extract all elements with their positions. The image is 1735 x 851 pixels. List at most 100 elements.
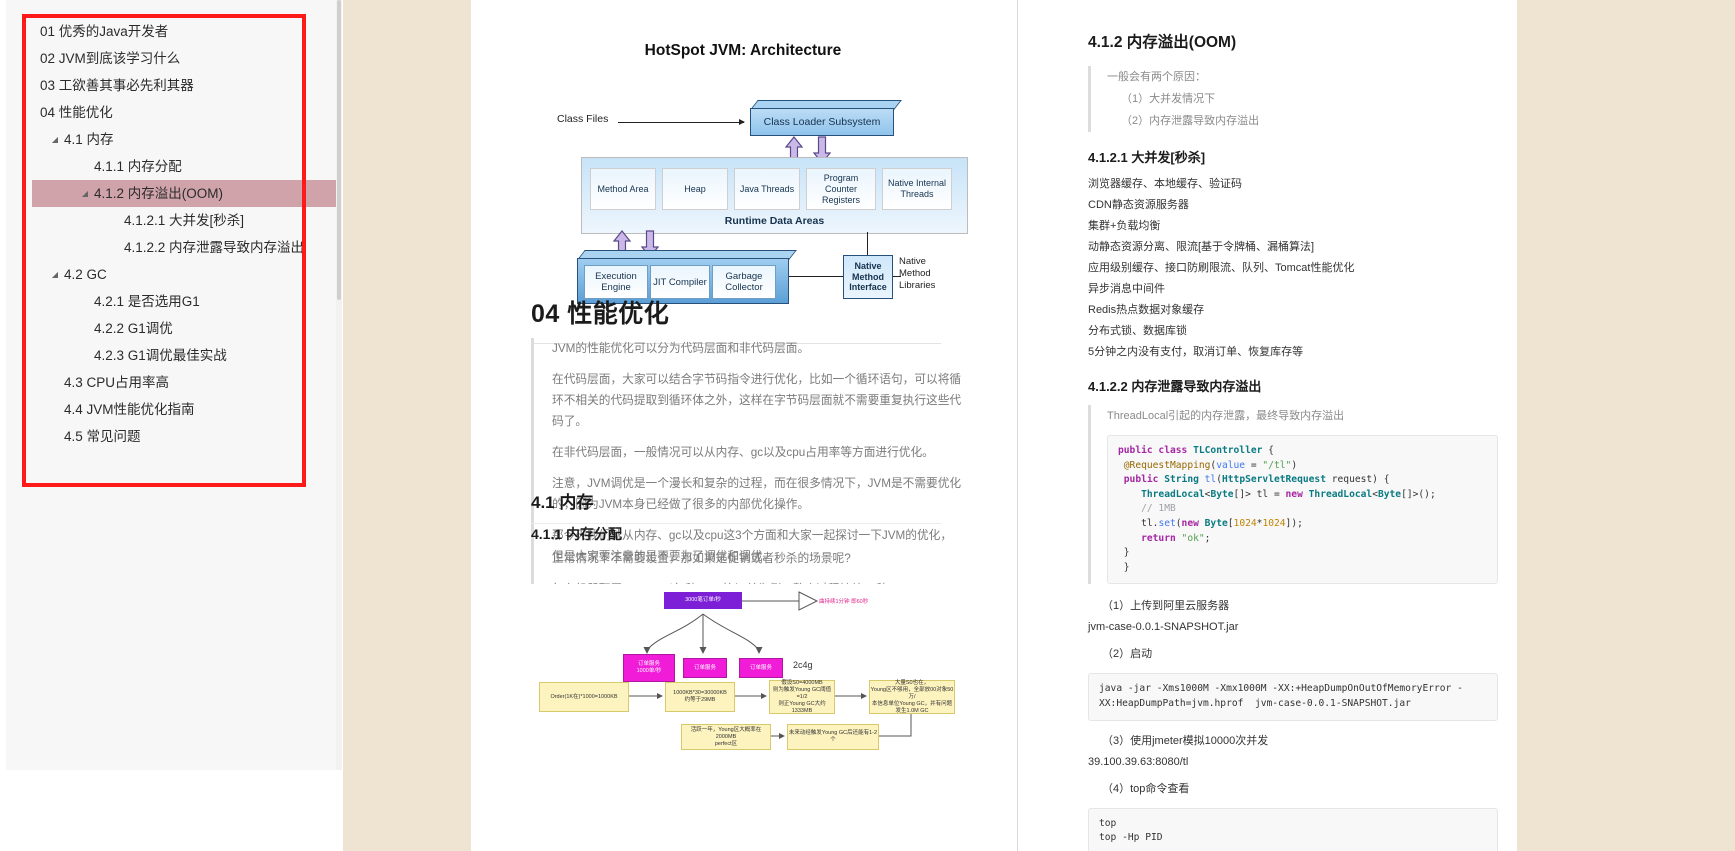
toc-item[interactable]: 4.3 CPU占用率高 bbox=[32, 369, 336, 396]
toc-item-label: 4.4 JVM性能优化指南 bbox=[64, 402, 195, 417]
native-method-interface-box: Native Method Interface bbox=[843, 255, 893, 299]
toc-item-label: 4.2.2 G1调优 bbox=[94, 321, 173, 336]
step-jmeter: （3）使用jmeter模拟10000次并发 bbox=[1102, 734, 1269, 747]
toc-item[interactable]: 03 工欲善其事必先利其器 bbox=[32, 72, 336, 99]
toc-item-label: 4.2.1 是否选用G1 bbox=[94, 294, 200, 309]
section-04-heading-block: 04 性能优化 bbox=[531, 294, 941, 344]
toc-item[interactable]: 04 性能优化 bbox=[32, 99, 336, 126]
toc-item[interactable]: 02 JVM到底该学习什么 bbox=[32, 45, 336, 72]
runtime-cell: Native Internal Threads bbox=[882, 168, 952, 210]
toc-item[interactable]: 4.2.1 是否选用G1 bbox=[32, 288, 336, 315]
flow-result-node: 未来动经触发Young GC后还能有1-2个 bbox=[787, 724, 879, 750]
toc-item[interactable]: 4.2.2 G1调优 bbox=[32, 315, 336, 342]
toc-item-label: 02 JVM到底该学习什么 bbox=[40, 51, 181, 66]
memory-leak-blockquote: ThreadLocal引起的内存泄露，最终导致内存溢出 public class… bbox=[1088, 405, 1498, 585]
runtime-data-areas-label: Runtime Data Areas bbox=[724, 215, 825, 227]
test-url: 39.100.39.63:8080/tl bbox=[1088, 755, 1189, 768]
nmi-vertical-connector bbox=[867, 232, 868, 256]
toc-list[interactable]: 01 优秀的Java开发者 02 JVM到底该学习什么 03 工欲善其事必先利其器 0… bbox=[32, 18, 336, 450]
step-upload: （1）上传到阿里云服务器 bbox=[1102, 600, 1230, 613]
jar-file-name: jvm-case-0.0.1-SNAPSHOT.jar bbox=[1088, 621, 1239, 634]
flow-calc-node: 1000KB*30=30000KB 约等于29MB bbox=[665, 682, 735, 712]
toc-item[interactable]: 4.1.2.1 大并发[秒杀] bbox=[32, 207, 336, 234]
toc-item-label: 04 性能优化 bbox=[40, 105, 113, 120]
section-heading-memory: 4.1 内存 bbox=[531, 493, 594, 512]
order-throughput-flow-diagram: 3000笔订单/秒 曲持续1分钟 即60秒 订单服务 1000单/秒 订单服务 … bbox=[531, 584, 971, 764]
toc-twisty-icon[interactable]: ◢ bbox=[78, 180, 92, 207]
workspace-right-margin bbox=[1517, 0, 1735, 851]
list-item: 分布式锁、数据库锁 bbox=[1088, 325, 1187, 337]
toc-item-label: 4.1 内存 bbox=[64, 132, 114, 147]
intro-paragraph: JVM的性能优化可以分为代码层面和非代码层面。 bbox=[552, 342, 810, 355]
toc-item-label: 4.1.1 内存分配 bbox=[94, 159, 182, 174]
toc-item-label: 4.2 GC bbox=[64, 267, 107, 282]
oom-reason-item: （1）大并发情况下 bbox=[1121, 93, 1216, 105]
flow-side-note: 2c4g bbox=[793, 660, 813, 670]
section-heading-allocation: 4.1.1 内存分配 bbox=[531, 526, 623, 542]
toc-twisty-icon[interactable]: ◢ bbox=[48, 261, 62, 288]
threadlocal-code-block: public class TLController { @RequestMapp… bbox=[1107, 435, 1498, 585]
flow-result-node: 活跃一年，Young区大概率在2000MB perfect区 bbox=[681, 724, 771, 750]
figure-title: HotSpot JVM: Architecture bbox=[644, 42, 842, 59]
toc-item-label: 4.1.2 内存溢出(OOM) bbox=[94, 186, 224, 201]
section-heading-oom: 4.1.2 内存溢出(OOM) bbox=[1088, 34, 1237, 51]
toc-item[interactable]: 01 优秀的Java开发者 bbox=[32, 18, 336, 45]
toc-scrollbar-thumb[interactable] bbox=[337, 0, 341, 300]
flow-calc-node: 大量S0也在， Young区不够用，全部放00对象50万/ 本信息单位Young… bbox=[869, 679, 955, 714]
list-item: 5分钟之内没有支付，取消订单、恢复库存等 bbox=[1088, 346, 1304, 358]
memory-leak-note: ThreadLocal引起的内存泄露，最终导致内存溢出 bbox=[1107, 410, 1345, 422]
flow-child-node: 订单服务 bbox=[739, 658, 783, 678]
toc-item[interactable]: 4.1.1 内存分配 bbox=[32, 153, 336, 180]
nmi-horizontal-connector bbox=[789, 276, 843, 277]
toc-item-label: 4.1.2.1 大并发[秒杀] bbox=[124, 213, 245, 228]
step-top: （4）top命令查看 bbox=[1102, 782, 1190, 795]
list-item: 异步消息中间件 bbox=[1088, 283, 1165, 295]
list-item: Redis热点数据对象缓存 bbox=[1088, 304, 1205, 316]
right-column-flow: 4.1.2 内存溢出(OOM) 一般会有两个原因： （1）大并发情况下 （2）内… bbox=[1088, 30, 1498, 851]
oom-reason-intro: 一般会有两个原因： bbox=[1107, 71, 1206, 83]
toc-scrollbar[interactable] bbox=[336, 0, 342, 770]
section-41-heading-block: 4.1 内存 bbox=[531, 488, 941, 524]
intro-paragraph: 在非代码层面，一般情况可以从内存、gc以及cpu占用率等方面进行优化。 bbox=[552, 446, 934, 459]
section-heading-high-concurrency: 4.1.2.1 大并发[秒杀] bbox=[1088, 150, 1206, 165]
flow-calc-node: Order(1K在)*1000=1000KB bbox=[539, 682, 629, 712]
section-411-heading-block: 4.1.1 内存分配 bbox=[531, 524, 941, 544]
jvm-architecture-figure: HotSpot JVM: Architecture Class Files Cl… bbox=[485, 30, 1001, 304]
runtime-cell: Heap bbox=[662, 168, 728, 210]
flow-child-node: 订单服务 bbox=[683, 658, 727, 678]
class-files-arrow bbox=[618, 119, 745, 125]
workspace-gutter bbox=[343, 0, 471, 851]
flow-root-node: 3000笔订单/秒 bbox=[664, 592, 742, 609]
flow-child-node: 订单服务 1000单/秒 bbox=[623, 654, 675, 682]
native-method-libraries-label: Native Method Libraries bbox=[899, 256, 936, 291]
list-item: 集群+负载均衡 bbox=[1088, 220, 1161, 232]
toc-twisty-icon[interactable]: ◢ bbox=[48, 126, 62, 153]
toc-item[interactable]: ◢ 4.1.2 内存溢出(OOM) bbox=[32, 180, 336, 207]
flow-calc-node: 假设S0=4000MB 则为触发Young GC阈值=1/2 则正Young G… bbox=[769, 680, 835, 714]
toc-item-label: 01 优秀的Java开发者 bbox=[40, 24, 169, 39]
list-item: 动静态资源分离、限流[基于令牌桶、漏桶算法] bbox=[1088, 241, 1315, 253]
list-item: CDN静态资源服务器 bbox=[1088, 199, 1189, 211]
runtime-cell: Java Threads bbox=[734, 168, 800, 210]
toc-item[interactable]: ◢ 4.2 GC bbox=[32, 261, 336, 288]
section-heading-memory-leak: 4.1.2.2 内存泄露导致内存溢出 bbox=[1088, 379, 1262, 394]
oom-blockquote: 一般会有两个原因： （1）大并发情况下 （2）内存泄露导致内存溢出 bbox=[1088, 66, 1498, 132]
high-concurrency-list: 浏览器缓存、本地缓存、验证码 CDN静态资源服务器 集群+负载均衡 动静态资源分… bbox=[1088, 174, 1498, 363]
toc-item[interactable]: 4.1.2.2 内存泄露导致内存溢出 bbox=[32, 234, 336, 261]
runtime-data-areas-box: Method Area Heap Java Threads Program Co… bbox=[581, 157, 968, 234]
step-start: （2）启动 bbox=[1102, 648, 1153, 661]
top-command-block: top top -Hp PID bbox=[1088, 807, 1498, 851]
page-title: 04 性能优化 bbox=[531, 300, 670, 328]
list-item: 浏览器缓存、本地缓存、验证码 bbox=[1088, 178, 1242, 190]
toc-item[interactable]: 4.5 常见问题 bbox=[32, 423, 336, 450]
toc-item-label: 4.2.3 G1调优最佳实战 bbox=[94, 348, 227, 363]
document-column-left: HotSpot JVM: Architecture Class Files Cl… bbox=[471, 0, 1017, 851]
toc-item[interactable]: 4.2.3 G1调优最佳实战 bbox=[32, 342, 336, 369]
toc-item-label: 4.3 CPU占用率高 bbox=[64, 375, 170, 390]
runtime-cell: Program Counter Registers bbox=[806, 168, 876, 210]
runtime-cell: Method Area bbox=[590, 168, 656, 210]
toc-item-label: 4.1.2.2 内存泄露导致内存溢出 bbox=[124, 240, 305, 255]
toc-item[interactable]: ◢ 4.1 内存 bbox=[32, 126, 336, 153]
toc-item[interactable]: 4.4 JVM性能优化指南 bbox=[32, 396, 336, 423]
class-loader-subsystem-box: Class Loader Subsystem bbox=[750, 108, 894, 136]
